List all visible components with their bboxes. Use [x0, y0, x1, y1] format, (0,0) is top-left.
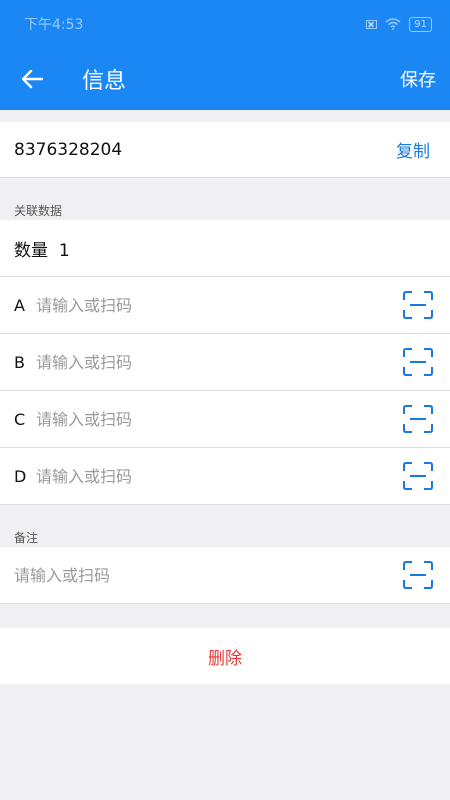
field-letter: B [14, 352, 25, 372]
field-row-a: A [0, 277, 450, 334]
battery-icon: 91 [409, 16, 432, 32]
scan-button-remark[interactable] [402, 559, 434, 591]
copy-button[interactable]: 复制 [396, 137, 430, 162]
status-bar: 下午4:53 91 [0, 0, 450, 48]
remark-section-label: 备注 [14, 531, 39, 545]
field-row-d: D [0, 448, 450, 505]
field-row-c: C [0, 391, 450, 448]
quantity-row: 数量 1 [0, 220, 450, 277]
scan-button-d[interactable] [402, 460, 434, 492]
field-input-c[interactable] [36, 409, 402, 429]
status-icons: 91 [366, 16, 432, 32]
field-input-d[interactable] [36, 466, 402, 486]
toolbar: 信息 保存 [0, 48, 450, 110]
field-letter: C [14, 409, 26, 429]
field-letter: D [14, 466, 27, 486]
scan-icon [403, 291, 433, 319]
scan-button-b[interactable] [402, 346, 434, 378]
quantity-value: 1 [58, 240, 70, 261]
field-row-b: B [0, 334, 450, 391]
scan-button-c[interactable] [402, 403, 434, 435]
no-sim-icon [366, 19, 378, 29]
related-section-label: 关联数据 [14, 204, 63, 218]
quantity-text: 数量 1 [14, 236, 434, 261]
app-header: 下午4:53 91 信息 保存 [0, 0, 450, 110]
wifi-icon [385, 18, 401, 30]
scan-icon [403, 561, 433, 589]
page-title: 信息 [82, 69, 127, 94]
scan-button-a[interactable] [402, 289, 434, 321]
remark-row [0, 547, 450, 604]
field-letter: A [14, 295, 25, 315]
scan-icon [403, 348, 433, 376]
field-input-b[interactable] [36, 352, 402, 372]
remark-input[interactable] [14, 565, 402, 585]
arrow-left-icon [21, 69, 43, 89]
status-time: 下午4:53 [24, 17, 84, 33]
code-row: 8376328204 复制 [0, 122, 450, 178]
save-button[interactable]: 保存 [400, 66, 436, 92]
scan-icon [403, 462, 433, 490]
scan-icon [403, 405, 433, 433]
back-button[interactable] [0, 48, 64, 110]
field-input-a[interactable] [36, 295, 402, 315]
delete-button[interactable]: 删除 [0, 628, 450, 684]
code-value: 8376328204 [14, 139, 123, 160]
quantity-label: 数量 [14, 240, 48, 261]
